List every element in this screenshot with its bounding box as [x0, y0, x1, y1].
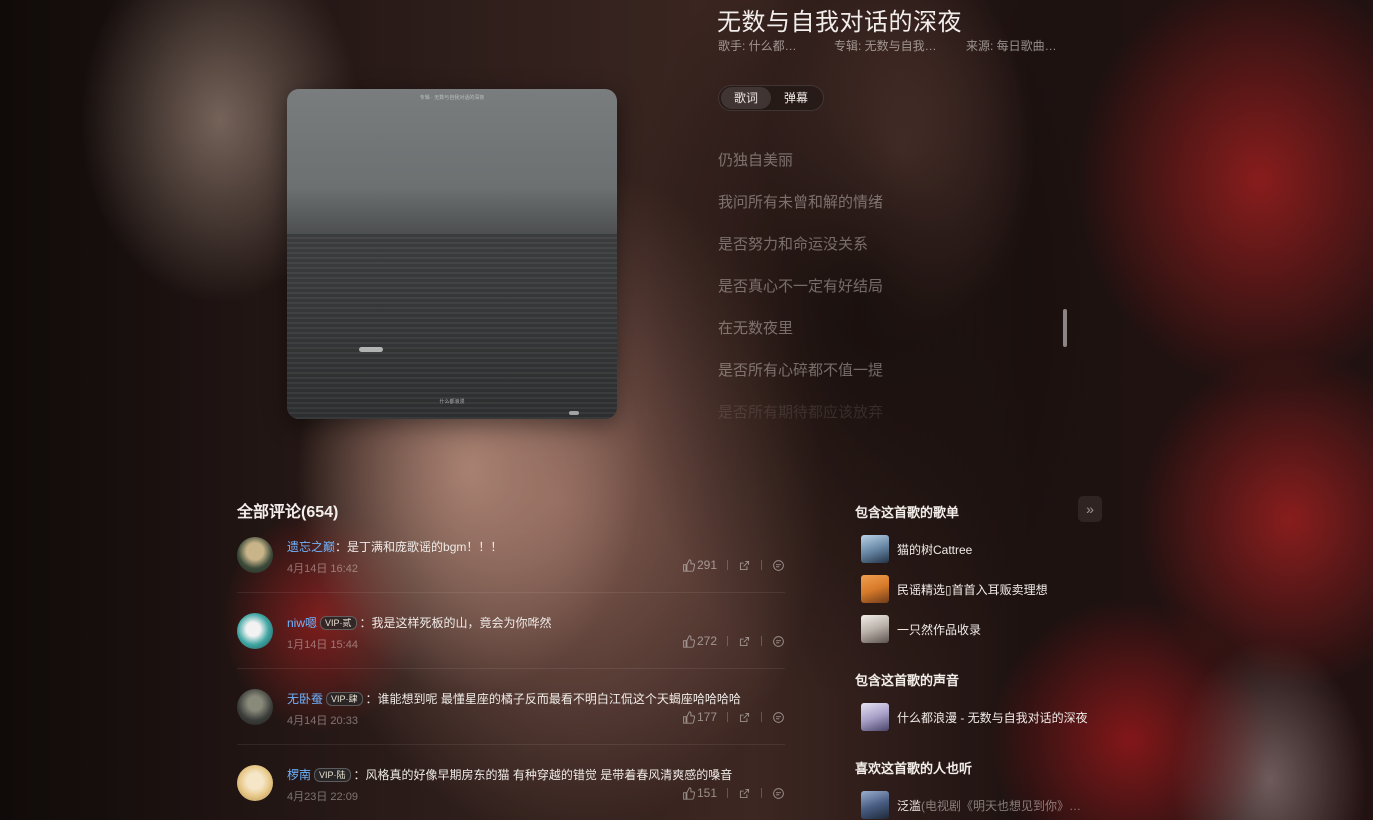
- playlist-item[interactable]: 一只然作品收录: [861, 615, 981, 643]
- voice-name: 什么都浪漫 - 无数与自我对话的深夜: [897, 710, 1088, 725]
- vip-badge: VIP·陆: [314, 768, 351, 782]
- comment-time: 1月14日 15:44: [287, 639, 358, 651]
- reply-icon[interactable]: [772, 787, 785, 800]
- reply-icon[interactable]: [772, 711, 785, 724]
- comment-text: ：谁能想到呢 最懂星座的橘子反而最看不明白江侃这个天蝎座哈哈哈哈: [365, 692, 741, 706]
- comment-text: ：风格真的好像早期房东的猫 有种穿越的错觉 是带着春风清爽感的嗓音: [353, 768, 733, 782]
- lyric-line: 我问所有未曾和解的情绪: [718, 194, 884, 211]
- thumbs-up-icon: [683, 634, 695, 648]
- comment-time: 4月14日 16:42: [287, 563, 358, 575]
- song-source-link[interactable]: 来源: 每日歌曲…: [966, 37, 1057, 54]
- reply-icon[interactable]: [772, 559, 785, 572]
- comment-item: niw嗯 VIP·贰 ：我是这样死板的山，竟会为你哗然 1月14日 15:44 27…: [237, 613, 785, 689]
- comment-username[interactable]: 遗忘之巅: [287, 540, 335, 554]
- comment-text: ：我是这样死板的山，竟会为你哗然: [359, 616, 552, 630]
- avatar[interactable]: [237, 765, 273, 801]
- comment-time: 4月23日 22:09: [287, 791, 358, 803]
- comments-title: 全部评论(654): [237, 504, 339, 521]
- comment-actions: 177: [682, 710, 785, 724]
- comment-item: 椤南 VIP·陆 ：风格真的好像早期房东的猫 有种穿越的错觉 是带着春风清爽感的嗓音…: [237, 765, 785, 820]
- lyric-line: 是否所有期待都应该放弃: [718, 404, 884, 420]
- song-artist-link[interactable]: 歌手: 什么都…: [718, 37, 797, 54]
- cover-signature: 什么都浪漫: [439, 399, 465, 405]
- lyrics-scrollbar[interactable]: [1063, 309, 1067, 347]
- album-cover: 专辑 · 无数与自我对话的深夜 什么都浪漫: [287, 89, 617, 419]
- lyrics-panel[interactable]: 仍独自美丽 我问所有未曾和解的情绪 是否努力和命运没关系 是否真心不一定有好结局…: [718, 140, 1058, 420]
- thumbs-up-icon: [683, 710, 695, 724]
- tab-danmaku[interactable]: 弹幕: [771, 87, 821, 109]
- comment-username[interactable]: niw嗯: [287, 616, 317, 630]
- playlist-name: 民谣精选▯首首入耳贩卖理想: [897, 582, 1048, 597]
- like-count: 177: [696, 710, 717, 724]
- like-button[interactable]: 291: [682, 558, 717, 572]
- also-listen-item[interactable]: 泛滥 (电视剧《明天也想见到你》…: [861, 791, 1081, 819]
- avatar[interactable]: [237, 689, 273, 725]
- comment-actions: 272: [682, 634, 785, 648]
- vip-badge: VIP·贰: [320, 616, 357, 630]
- lyric-line: 是否努力和命运没关系: [718, 236, 869, 253]
- lyrics-tabs: 歌词 弹幕: [718, 85, 824, 111]
- avatar[interactable]: [237, 537, 273, 573]
- share-icon[interactable]: [738, 635, 751, 648]
- thumbs-up-icon: [683, 786, 695, 800]
- like-button[interactable]: 177: [682, 710, 717, 724]
- playlist-name: 一只然作品收录: [897, 622, 982, 637]
- song-name: 泛滥: [897, 798, 922, 813]
- playlist-cover: [861, 535, 889, 563]
- tab-lyrics[interactable]: 歌词: [721, 87, 771, 109]
- comment-item: 无卧蚕 VIP·肆 ：谁能想到呢 最懂星座的橘子反而最看不明白江侃这个天蝎座哈哈哈哈…: [237, 689, 785, 765]
- song-album-link[interactable]: 专辑: 无数与自我…: [834, 37, 937, 54]
- share-icon[interactable]: [738, 711, 751, 724]
- lyric-line: 是否所有心碎都不值一提: [718, 362, 884, 379]
- playlists-title: 包含这首歌的歌单: [855, 505, 960, 520]
- like-count: 272: [696, 634, 717, 648]
- thumbs-up-icon: [683, 558, 695, 572]
- comment-username[interactable]: 无卧蚕: [287, 692, 323, 706]
- comment-item: 遗忘之巅：是丁满和庞歌谣的bgm！！！ 4月14日 16:42 291: [237, 537, 785, 613]
- like-count: 151: [696, 786, 717, 800]
- cover-caption: 专辑 · 无数与自我对话的深夜: [419, 95, 485, 101]
- voice-cover: [861, 703, 889, 731]
- comment-actions: 291: [682, 558, 785, 572]
- playlist-item[interactable]: 民谣精选▯首首入耳贩卖理想: [861, 575, 1048, 603]
- voices-title: 包含这首歌的声音: [855, 673, 960, 688]
- expand-sidebar-button[interactable]: »: [1078, 496, 1102, 522]
- reply-icon[interactable]: [772, 635, 785, 648]
- like-count: 291: [696, 558, 717, 572]
- playlist-name: 猫的树Cattree: [897, 542, 973, 557]
- cover-sea: [287, 234, 617, 419]
- share-icon[interactable]: [738, 787, 751, 800]
- playlist-cover: [861, 615, 889, 643]
- like-button[interactable]: 151: [682, 786, 717, 800]
- song-subtitle: (电视剧《明天也想见到你》…: [921, 798, 1082, 813]
- lyric-line: 是否真心不一定有好结局: [718, 278, 884, 295]
- comment-text: ：是丁满和庞歌谣的bgm！！！: [335, 540, 503, 554]
- avatar[interactable]: [237, 613, 273, 649]
- song-title: 无数与自我对话的深夜: [717, 9, 962, 36]
- playlist-item[interactable]: 猫的树Cattree: [861, 535, 972, 563]
- vip-badge: VIP·肆: [326, 692, 363, 706]
- song-cover: [861, 791, 889, 819]
- comment-time: 4月14日 20:33: [287, 715, 358, 727]
- playlist-cover: [861, 575, 889, 603]
- lyric-line: 在无数夜里: [718, 320, 794, 337]
- voice-item[interactable]: 什么都浪漫 - 无数与自我对话的深夜: [861, 703, 1088, 731]
- comment-actions: 151: [682, 786, 785, 800]
- like-button[interactable]: 272: [682, 634, 717, 648]
- share-icon[interactable]: [738, 559, 751, 572]
- also-listen-title: 喜欢这首歌的人也听: [855, 761, 973, 776]
- comment-username[interactable]: 椤南: [287, 768, 311, 782]
- lyric-line: 仍独自美丽: [718, 152, 794, 169]
